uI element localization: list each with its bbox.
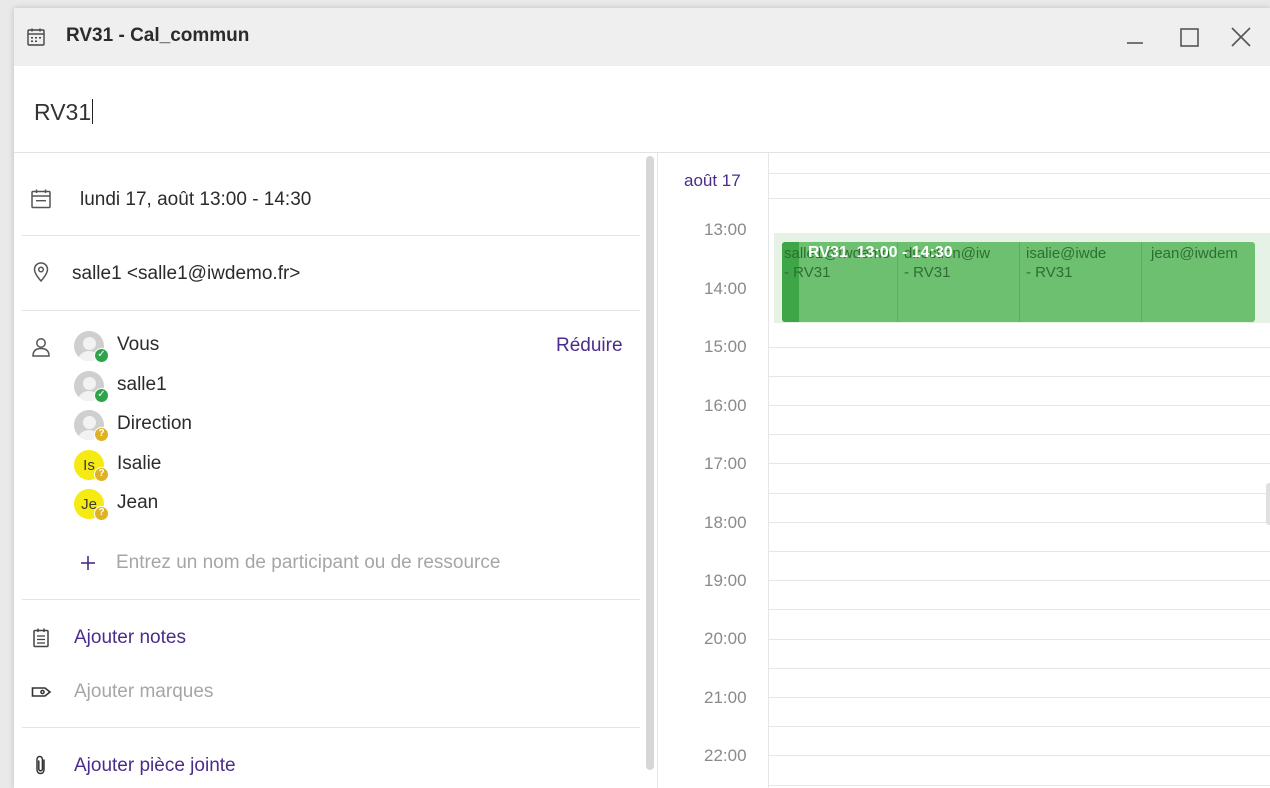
notes-icon <box>30 627 52 649</box>
grid-line <box>768 405 1270 406</box>
event-block[interactable]: salle1@iwdemo - RV31 direction@iw - RV31 i… <box>782 242 1255 322</box>
title-bar: RV31 - Cal_commun <box>14 8 1270 66</box>
details-scrollbar[interactable] <box>646 156 654 770</box>
grid-line <box>768 347 1270 348</box>
attendee-name: Isalie <box>117 453 162 474</box>
grid-line <box>768 463 1270 464</box>
attendee-name: Jean <box>117 492 159 513</box>
event-title: RV31 13:00 - 14:30 <box>808 244 953 261</box>
divider <box>22 599 640 600</box>
day-header[interactable]: août 17 <box>684 171 741 191</box>
location-pin-icon <box>30 261 52 283</box>
accepted-check-icon: ✓ <box>94 388 109 403</box>
grid-line <box>768 668 1270 669</box>
hour-label: 13:00 <box>704 220 747 239</box>
event-window: RV31 - Cal_commun RV31 lundi 17, août 13… <box>14 8 1270 788</box>
hour-label: 22:00 <box>704 746 747 765</box>
divider <box>22 235 640 236</box>
close-icon <box>1231 27 1251 47</box>
hour-label: 17:00 <box>704 454 747 473</box>
grid-line <box>768 493 1270 494</box>
resize-handle[interactable] <box>1266 483 1270 525</box>
hour-label: 21:00 <box>704 688 747 707</box>
event-column-divider <box>1019 242 1020 322</box>
text-caret <box>92 99 94 124</box>
pending-question-icon: ? <box>94 506 109 521</box>
add-notes-button[interactable]: Ajouter notes <box>74 627 186 649</box>
plus-icon[interactable] <box>77 552 99 574</box>
add-participant-input[interactable]: Entrez un nom de participant ou de resso… <box>116 552 500 574</box>
event-attendee-column: isalie@iwde - RV31 <box>1026 245 1107 281</box>
window-title: RV31 - Cal_commun <box>66 25 250 46</box>
hour-label: 14:00 <box>704 279 747 298</box>
details-pane: lundi 17, août 13:00 - 14:30 salle1 <sal… <box>14 153 644 788</box>
close-button[interactable] <box>1226 22 1256 52</box>
maximize-button[interactable] <box>1174 22 1204 52</box>
grid-line <box>768 198 1270 199</box>
hour-label: 18:00 <box>704 513 747 532</box>
maximize-icon <box>1180 28 1199 47</box>
tag-icon <box>30 681 52 703</box>
collapse-attendees-button[interactable]: Réduire <box>556 335 623 357</box>
grid-line <box>768 726 1270 727</box>
calendar-icon <box>30 188 52 210</box>
pending-question-icon: ? <box>94 467 109 482</box>
hour-label: 20:00 <box>704 629 747 648</box>
grid-line <box>768 173 1270 174</box>
grid-line <box>768 755 1270 756</box>
paperclip-icon <box>30 754 52 776</box>
divider <box>22 310 640 311</box>
divider <box>22 727 640 728</box>
day-calendar: août 17 13:00 14:00 15:00 16:00 17:00 18… <box>657 153 1270 788</box>
hour-label: 16:00 <box>704 396 747 415</box>
event-datetime[interactable]: lundi 17, août 13:00 - 14:30 <box>80 189 311 211</box>
calendar-icon <box>26 27 46 47</box>
hour-label: 19:00 <box>704 571 747 590</box>
event-attendee-column: jean@iwdem <box>1151 245 1238 262</box>
grid-line <box>768 434 1270 435</box>
event-column-divider <box>1141 242 1142 322</box>
grid-line <box>768 580 1270 581</box>
pending-question-icon: ? <box>94 427 109 442</box>
grid-line <box>768 551 1270 552</box>
attendee-name: salle1 <box>117 374 167 395</box>
minimize-button[interactable] <box>1120 22 1150 52</box>
add-tags-button[interactable]: Ajouter marques <box>74 681 213 703</box>
hour-label: 15:00 <box>704 337 747 356</box>
grid-line <box>768 376 1270 377</box>
minimize-icon <box>1127 42 1143 44</box>
grid-line <box>768 785 1270 786</box>
grid-line <box>768 522 1270 523</box>
attendee-name: Direction <box>117 413 192 434</box>
accepted-check-icon: ✓ <box>94 348 109 363</box>
add-attachment-button[interactable]: Ajouter pièce jointe <box>74 755 236 777</box>
grid-line <box>768 697 1270 698</box>
grid-line <box>768 609 1270 610</box>
event-location[interactable]: salle1 <salle1@iwdemo.fr> <box>72 263 300 285</box>
subject-input[interactable]: RV31 <box>34 99 94 126</box>
grid-line <box>768 639 1270 640</box>
time-gutter-divider <box>768 153 769 788</box>
attendee-name: Vous <box>117 334 160 355</box>
subject-field[interactable]: RV31 <box>14 66 1270 153</box>
person-icon <box>30 336 52 358</box>
